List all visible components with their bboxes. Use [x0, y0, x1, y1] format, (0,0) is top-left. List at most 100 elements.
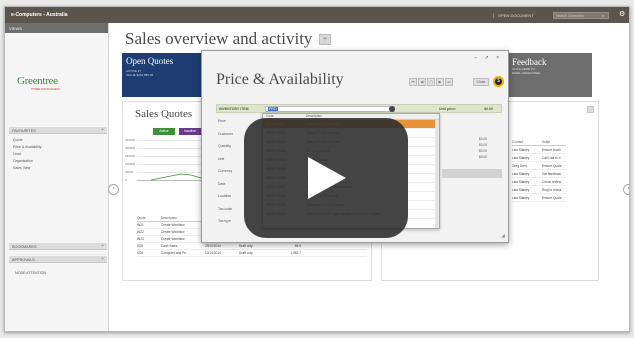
- bookmarks-label: BOOKMARKS: [12, 244, 37, 249]
- col-header[interactable]: Description: [161, 216, 205, 221]
- add-widget-button[interactable]: +: [319, 34, 331, 45]
- cell: 65.5: [294, 244, 301, 248]
- page-title: Sales overview and activity: [125, 29, 313, 48]
- cell: Ensure Quote: [542, 195, 562, 200]
- video-play-button[interactable]: [244, 118, 408, 238]
- new-record-button[interactable]: ▢: [427, 78, 435, 86]
- inventory-label: INVENTORY ITEM: [219, 107, 249, 111]
- table-row[interactable]: Lisa Stanley Ring to check: [512, 186, 566, 194]
- resize-handle-icon[interactable]: ◢: [501, 233, 505, 239]
- inventory-value: PRO: [268, 107, 278, 111]
- y-tick: 250000: [125, 138, 136, 142]
- feedback-title: Feedback: [512, 57, 547, 67]
- app-window: e-Computers - Australia OPEN DOCUMENT Se…: [4, 6, 630, 332]
- cell: Lisa Stanley: [512, 187, 530, 192]
- table-row[interactable]: I026 Computer and Pe... 10/10/2014 Draft…: [137, 250, 367, 257]
- cell: Lisa Stanley: [512, 147, 530, 152]
- field-label: Price: [218, 119, 226, 123]
- first-record-button[interactable]: ⏮: [409, 78, 417, 86]
- bookmarks-header[interactable]: BOOKMARKS +: [9, 243, 107, 250]
- open-document-button[interactable]: OPEN DOCUMENT: [493, 13, 534, 18]
- y-tick: 100000: [125, 162, 136, 166]
- app-name: e-Computers - Australia: [11, 12, 68, 18]
- favourites-list: Quote Price & Availability Lead Organisa…: [13, 138, 42, 173]
- cell: Ensure broch: [542, 147, 561, 152]
- cell: Get feedback: [542, 171, 561, 176]
- price-value: $0.00: [479, 155, 487, 159]
- cell: Computer and Pe...: [161, 251, 189, 255]
- col-header[interactable]: Contact: [512, 140, 542, 145]
- unit-price-label: Unit price:: [439, 107, 457, 111]
- sidebar-item-price-availability[interactable]: Price & Availability: [13, 145, 42, 152]
- sidebar-item-quote[interactable]: Quote: [13, 138, 42, 145]
- cell: Create Workflow: [161, 223, 185, 227]
- close-button[interactable]: Close: [473, 78, 489, 86]
- clear-input-icon[interactable]: [389, 106, 395, 112]
- inventory-strip: INVENTORY ITEM PRO Unit price: $0.00: [216, 104, 502, 113]
- feedback-tile[interactable]: Feedback CLICK HERE TO EMAIL GREENTREE: [496, 53, 592, 97]
- cell: Ring to check: [542, 187, 562, 192]
- sidebar-item-lead[interactable]: Lead: [13, 152, 42, 159]
- table-row[interactable]: Lisa Stanley Ensure broch: [512, 146, 566, 154]
- field-label: Quantity: [218, 144, 232, 148]
- cell: 1,983.7: [290, 251, 301, 255]
- field-label: Location: [218, 194, 232, 198]
- availability-bar: [442, 169, 502, 178]
- panel-options-icon[interactable]: [587, 106, 594, 113]
- col-header[interactable]: Quote: [137, 216, 161, 221]
- field-labels: Price Customer Quantity Unit Currency Da…: [218, 119, 233, 232]
- expand-approvals-icon[interactable]: +: [101, 256, 104, 262]
- sidebar-item-sales-view[interactable]: Sales View: [13, 166, 42, 173]
- prev-record-button[interactable]: ◀: [418, 78, 426, 86]
- cell: IN21: [137, 223, 144, 227]
- last-record-button[interactable]: ⏭: [445, 78, 453, 86]
- search-input[interactable]: Search Greentree: [553, 12, 609, 19]
- mode-attention[interactable]: MODE ATTENTION: [15, 271, 46, 275]
- favourites-header[interactable]: FAVOURITES +: [9, 127, 107, 134]
- cell: Greg Dent: [512, 163, 527, 168]
- field-label: Date: [218, 181, 226, 186]
- favourites-label: FAVOURITES: [12, 128, 36, 133]
- inactive-chip[interactable]: Inactive: [179, 128, 201, 135]
- sidebar-item-organisation[interactable]: Organisation: [13, 159, 42, 166]
- next-record-button[interactable]: ▶: [436, 78, 444, 86]
- inventory-input[interactable]: PRO: [265, 106, 395, 112]
- collapse-sidebar-icon[interactable]: ‹: [108, 184, 119, 195]
- add-bookmark-icon[interactable]: +: [101, 243, 104, 249]
- cell: 10/10/2014: [205, 251, 221, 255]
- table-row[interactable]: Lisa Stanley Call Lisa to d: [512, 154, 566, 162]
- top-bar: e-Computers - Australia OPEN DOCUMENT Se…: [5, 7, 629, 23]
- add-favourite-icon[interactable]: +: [101, 127, 104, 133]
- table-row[interactable]: Lisa Stanley Ensure Quote: [512, 194, 566, 202]
- approvals-header[interactable]: APPROVALS +: [9, 256, 107, 263]
- cell: IN23: [137, 237, 144, 241]
- views-header[interactable]: VIEWS: [5, 23, 108, 33]
- cell: Ensure Quote: [542, 163, 562, 168]
- logo-text: Greentree: [17, 75, 58, 87]
- cell: I026: [137, 251, 144, 255]
- y-tick: 200000: [125, 146, 136, 150]
- cell: Call Lisa to d: [542, 155, 561, 160]
- field-label: Unit: [218, 156, 225, 161]
- window-controls[interactable]: – ↗ ×: [474, 55, 502, 61]
- col-header[interactable]: Subje: [542, 140, 566, 145]
- table-row[interactable]: I025 Cash Sales 29/10/2014 Draft only 65…: [137, 243, 367, 250]
- play-icon: [308, 157, 346, 199]
- dropdown-scrollbar[interactable]: [435, 120, 439, 228]
- search-icon[interactable]: ⌕: [602, 13, 604, 18]
- cell: 29/10/2014: [205, 244, 221, 248]
- active-chip[interactable]: Active: [153, 128, 175, 135]
- cell: Check review: [542, 179, 562, 184]
- sidebar: VIEWS Greentree POWER FOR BUSINESS FAVOU…: [5, 23, 109, 331]
- field-label: Tax type: [218, 219, 232, 223]
- settings-icon[interactable]: ⚙: [619, 11, 625, 18]
- table-row[interactable]: Lisa Stanley Check review: [512, 178, 566, 186]
- expand-right-icon[interactable]: ›: [623, 184, 629, 195]
- cell: Draft only: [239, 251, 253, 255]
- table-row[interactable]: Greg Dent Ensure Quote: [512, 162, 566, 170]
- table-row[interactable]: Lisa Stanley Get feedback: [512, 170, 566, 178]
- y-tick: 50000: [125, 170, 134, 174]
- cell: I025: [137, 244, 144, 248]
- field-label: Tax code: [218, 206, 233, 211]
- currency-icon[interactable]: $: [493, 76, 504, 87]
